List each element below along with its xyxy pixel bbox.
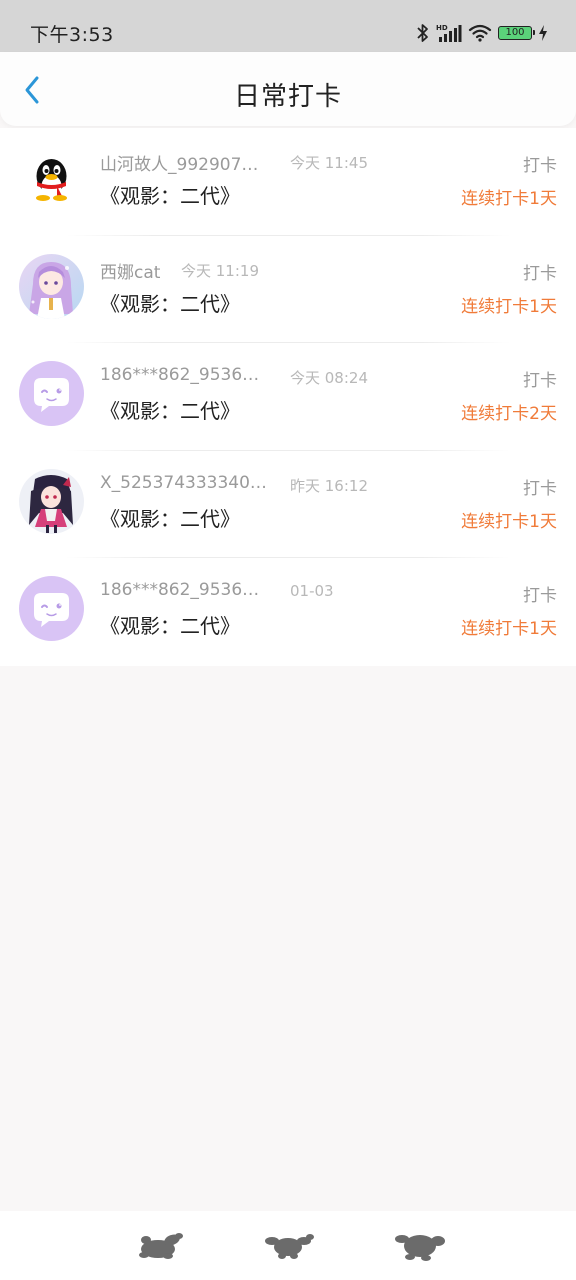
post-time: 昨天 16:12	[290, 476, 368, 495]
anime-character-avatar[interactable]	[19, 468, 84, 534]
user-name[interactable]: X_525374333340…	[100, 473, 267, 493]
bottom-bar	[0, 1211, 576, 1280]
bottom-mascot-icon-1[interactable]	[134, 1227, 186, 1263]
post-title[interactable]: 《观影：二代》	[100, 180, 240, 209]
action-label: 打卡	[523, 263, 557, 284]
header: 日常打卡	[0, 52, 576, 126]
post-time: 今天 08:24	[290, 369, 368, 387]
battery-icon: 100	[498, 26, 535, 40]
post-title[interactable]: 《观影：二代》	[100, 503, 240, 532]
post-time: 今天 11:45	[290, 154, 368, 172]
user-name[interactable]: 186***862_9536…	[100, 365, 259, 385]
hd-signal-icon: HD	[436, 23, 462, 43]
post-title[interactable]: 《观影：二代》	[100, 610, 240, 639]
streak-label: 连续打卡1天	[461, 296, 557, 317]
bottom-mascot-icon-2[interactable]	[264, 1227, 316, 1263]
checkin-row[interactable]: X_525374333340… 昨天 16:12 《观影：二代》 打卡 连续打卡…	[0, 451, 576, 558]
status-time: 下午3:53	[30, 24, 114, 46]
checkin-row[interactable]: 186***862_9536… 今天 08:24 《观影：二代》 打卡 连续打卡…	[0, 343, 576, 451]
checkin-list: 山河故人_992907… 今天 11:45 《观影：二代》 打卡 连续打卡1天	[0, 128, 576, 666]
action-label: 打卡	[523, 586, 557, 606]
streak-label: 连续打卡1天	[461, 511, 557, 532]
streak-label: 连续打卡1天	[461, 619, 557, 639]
post-title[interactable]: 《观影：二代》	[100, 395, 240, 424]
bottom-mascot-icon-3[interactable]	[394, 1227, 446, 1263]
post-title[interactable]: 《观影：二代》	[100, 288, 240, 317]
checkin-row[interactable]: 西娜cat 今天 11:19 《观影：二代》 打卡 连续打卡1天	[0, 236, 576, 343]
post-time: 01-03	[290, 582, 334, 600]
chat-bubble-avatar[interactable]	[19, 576, 84, 641]
charging-icon	[538, 24, 548, 42]
user-name[interactable]: 西娜cat	[100, 258, 160, 283]
page-title: 日常打卡	[233, 82, 342, 112]
user-name[interactable]: 186***862_9536…	[100, 580, 259, 600]
checkin-row[interactable]: 山河故人_992907… 今天 11:45 《观影：二代》 打卡 连续打卡1天	[0, 128, 576, 236]
post-time: 今天 11:19	[181, 261, 259, 280]
bluetooth-icon	[416, 23, 430, 43]
action-label: 打卡	[523, 156, 557, 176]
user-name[interactable]: 山河故人_992907…	[100, 150, 258, 175]
svg-text:HD: HD	[436, 24, 448, 32]
wifi-icon	[468, 23, 492, 43]
chat-bubble-avatar[interactable]	[19, 361, 84, 426]
battery-level: 100	[505, 27, 525, 38]
qq-penguin-avatar[interactable]	[19, 146, 84, 211]
checkin-row[interactable]: 186***862_9536… 01-03 《观影：二代》 打卡 连续打卡1天	[0, 558, 576, 666]
streak-label: 连续打卡2天	[461, 404, 557, 424]
status-bar: 下午3:53 HD 100	[0, 0, 576, 52]
status-icons: HD 100	[416, 20, 548, 46]
anime-girl-avatar[interactable]	[19, 253, 84, 319]
action-label: 打卡	[523, 371, 557, 391]
streak-label: 连续打卡1天	[461, 189, 557, 209]
action-label: 打卡	[523, 478, 557, 499]
